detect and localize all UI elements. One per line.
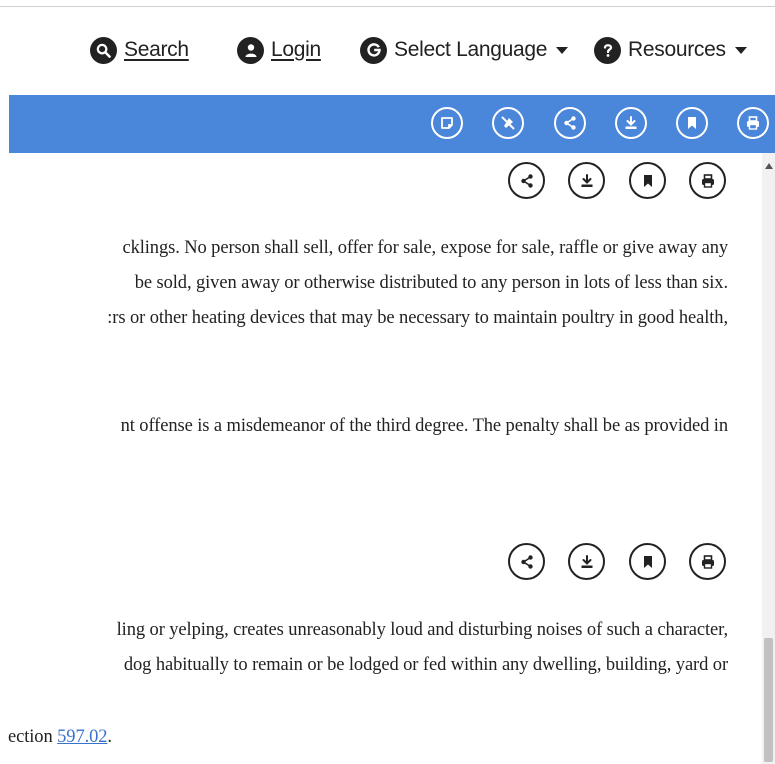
share-icon	[520, 554, 533, 569]
document-toolbar	[9, 95, 775, 153]
section-share-button[interactable]	[508, 162, 545, 199]
paragraph-line: cklings. No person shall sell, offer for…	[122, 238, 728, 258]
share-icon	[520, 173, 533, 188]
section-bookmark-button[interactable]	[629, 543, 666, 580]
section-print-button[interactable]	[689, 543, 726, 580]
download-icon	[581, 173, 592, 187]
bookmark-button[interactable]	[676, 107, 708, 139]
share-button[interactable]	[554, 107, 586, 139]
user-icon	[237, 36, 264, 64]
bookmark-icon	[643, 174, 652, 187]
help-icon	[594, 36, 621, 64]
section-reference-link[interactable]: 597.02	[57, 727, 107, 747]
note-button[interactable]	[431, 107, 463, 139]
chevron-down-icon	[556, 46, 569, 54]
google-translate-icon	[360, 36, 387, 64]
document-content: cklings. No person shall sell, offer for…	[0, 153, 762, 764]
top-divider	[0, 6, 775, 7]
language-label: Select Language	[394, 38, 548, 61]
paragraph-line: nt offense is a misdemeanor of the third…	[120, 416, 729, 436]
paragraph-line: be sold, given away or otherwise distrib…	[134, 273, 728, 293]
download-button[interactable]	[615, 107, 647, 139]
search-label: Search	[124, 38, 189, 61]
resources-menu[interactable]: Resources	[594, 30, 747, 70]
note-icon	[441, 117, 453, 129]
section-download-button[interactable]	[568, 543, 605, 580]
section-bookmark-button[interactable]	[629, 162, 666, 199]
paragraph-line: ection 597.02.	[8, 727, 112, 748]
section-download-button[interactable]	[568, 162, 605, 199]
bookmark-icon	[688, 117, 696, 129]
bookmark-icon	[643, 555, 652, 568]
print-icon	[701, 173, 714, 188]
reference-prefix: ection	[8, 727, 58, 747]
print-icon	[747, 116, 759, 130]
language-selector[interactable]: Select Language	[360, 30, 569, 70]
download-icon	[581, 554, 592, 568]
paragraph-line: :rs or other heating devices that may be…	[107, 308, 728, 328]
download-icon	[625, 116, 637, 129]
reference-suffix: .	[107, 727, 112, 747]
search-link[interactable]: Search	[90, 30, 189, 70]
section-share-button[interactable]	[508, 543, 545, 580]
highlight-off-icon	[501, 116, 515, 130]
scroll-up-arrow-icon[interactable]	[765, 163, 773, 169]
scrollbar-thumb[interactable]	[764, 638, 773, 762]
login-label: Login	[271, 38, 321, 61]
top-navigation: Search Login Select Language Resources	[0, 30, 775, 70]
paragraph-line: ling or yelping, creates unreasonably lo…	[116, 620, 728, 640]
resources-label: Resources	[628, 38, 726, 61]
search-icon	[90, 36, 117, 64]
section-print-button[interactable]	[689, 162, 726, 199]
scrollbar[interactable]	[762, 153, 775, 764]
share-icon	[564, 116, 576, 130]
print-button[interactable]	[737, 107, 769, 139]
highlight-toggle-button[interactable]	[492, 107, 524, 139]
paragraph-line: dog habitually to remain or be lodged or…	[123, 655, 728, 675]
print-icon	[701, 554, 714, 569]
chevron-down-icon	[734, 46, 747, 54]
login-link[interactable]: Login	[237, 30, 321, 70]
